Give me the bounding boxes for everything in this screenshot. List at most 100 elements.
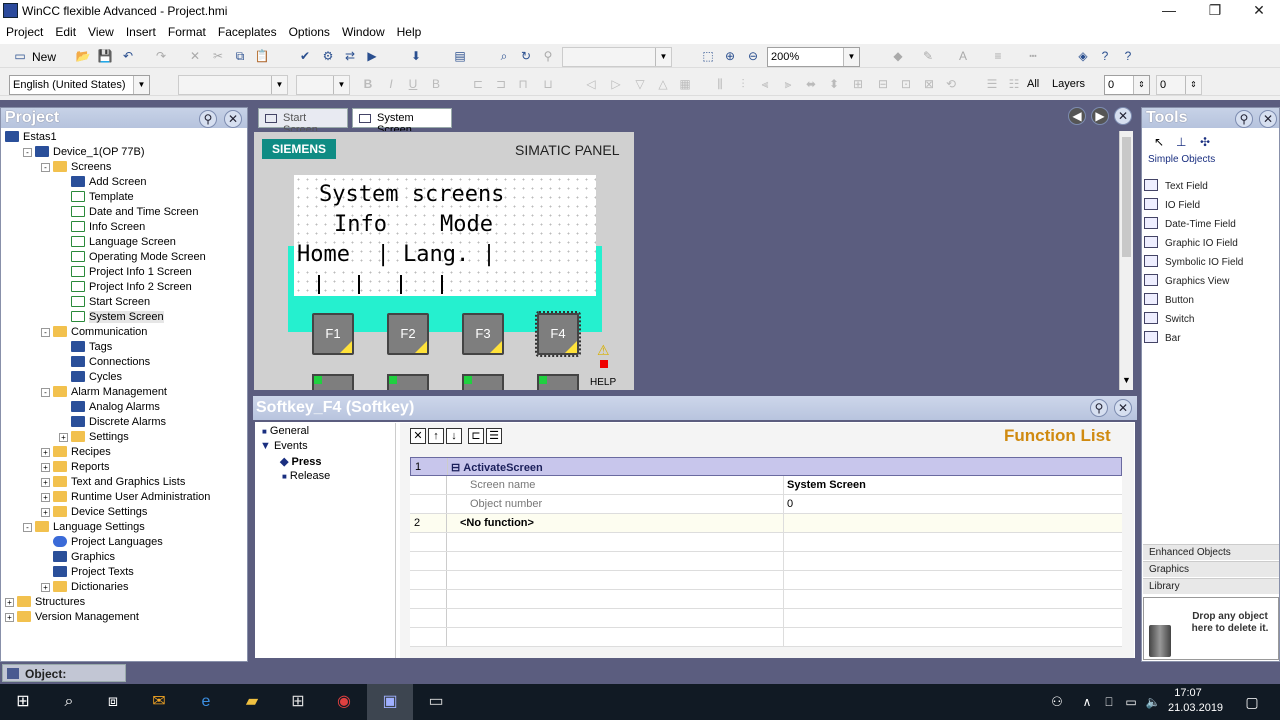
- arrange3-icon[interactable]: ▽: [632, 76, 648, 92]
- maximize-button[interactable]: ❐: [1192, 0, 1238, 22]
- layer-icon[interactable]: ☰: [984, 76, 1000, 92]
- collapse-icon[interactable]: -: [41, 163, 50, 172]
- distribute3-icon[interactable]: ⫷: [757, 76, 773, 92]
- clock[interactable]: 17:07 21.03.2019: [1168, 686, 1223, 716]
- zoom-out-icon[interactable]: ⊖: [745, 48, 761, 64]
- wincc-icon[interactable]: ▣: [367, 684, 413, 720]
- table-row[interactable]: Object number 0: [410, 495, 1122, 514]
- distribute4-icon[interactable]: ⫸: [780, 76, 796, 92]
- menu-insert[interactable]: Insert: [120, 22, 162, 39]
- tool-item[interactable]: Bar: [1144, 330, 1181, 348]
- delete-function-icon[interactable]: ✕: [410, 428, 426, 444]
- line-color-icon[interactable]: ✎: [920, 48, 936, 64]
- scroll-left-icon[interactable]: ◀: [1068, 107, 1086, 125]
- tool-2-icon[interactable]: ⊥: [1176, 135, 1186, 149]
- collapse-all-icon[interactable]: ☰: [486, 428, 502, 444]
- task-view-icon[interactable]: ⧈: [90, 684, 136, 720]
- collapse-icon[interactable]: -: [23, 148, 32, 157]
- panel-close-icon[interactable]: ✕: [1259, 110, 1277, 128]
- undo-icon[interactable]: ↶: [120, 48, 136, 64]
- rotate-icon[interactable]: ⟲: [943, 76, 959, 92]
- library-icon[interactable]: ◈: [1075, 48, 1091, 64]
- network-icon[interactable]: ⎕: [1099, 684, 1119, 720]
- tree-item[interactable]: Discrete Alarms: [59, 415, 166, 430]
- underline-icon[interactable]: U: [405, 76, 421, 92]
- align-top-icon[interactable]: ⊔: [540, 76, 556, 92]
- expand-icon[interactable]: +: [41, 448, 50, 457]
- vertical-scrollbar[interactable]: ▼: [1119, 131, 1133, 390]
- expand-icon[interactable]: +: [59, 433, 68, 442]
- tree-item[interactable]: Language Screen: [59, 235, 176, 250]
- tree-item[interactable]: Connections: [59, 355, 150, 370]
- menu-format[interactable]: Format: [162, 22, 212, 39]
- tree-item[interactable]: Start Screen: [59, 295, 150, 310]
- scroll-right-icon[interactable]: ▶: [1091, 107, 1109, 125]
- layer-spinner-2[interactable]: 0 ⇕: [1156, 75, 1202, 95]
- monitor-icon[interactable]: ▭: [1121, 684, 1141, 720]
- tool-item[interactable]: IO Field: [1144, 197, 1200, 215]
- close-button[interactable]: ✕: [1236, 0, 1280, 22]
- language-select[interactable]: English (United States) ▼: [9, 75, 150, 95]
- collapse-icon[interactable]: -: [41, 328, 50, 337]
- grid2-icon[interactable]: ⊠: [921, 76, 937, 92]
- menu-project[interactable]: Project: [0, 22, 49, 39]
- new-button[interactable]: New: [32, 50, 56, 64]
- collapse-icon[interactable]: ⊟: [451, 462, 463, 474]
- tree-item[interactable]: + Runtime User Administration: [41, 490, 210, 505]
- f3-key[interactable]: F3: [462, 313, 504, 355]
- k3-key[interactable]: [462, 374, 504, 390]
- tree-item[interactable]: + Device Settings: [41, 505, 147, 520]
- table-row[interactable]: [410, 628, 1122, 647]
- tree-item[interactable]: - Communication: [41, 325, 147, 340]
- redo-icon[interactable]: ↷: [153, 48, 169, 64]
- people-icon[interactable]: ⚇: [1034, 684, 1080, 720]
- size-icon[interactable]: ⬌: [803, 76, 819, 92]
- bold-icon[interactable]: B: [360, 76, 376, 92]
- menu-options[interactable]: Options: [283, 22, 336, 39]
- tool-item[interactable]: Symbolic IO Field: [1144, 254, 1243, 272]
- f1-key[interactable]: F1: [312, 313, 354, 355]
- k4-key[interactable]: [537, 374, 579, 390]
- tree-item[interactable]: - Language Settings: [23, 520, 145, 535]
- tool-item[interactable]: Text Field: [1144, 178, 1208, 196]
- scroll-thumb[interactable]: [1122, 137, 1131, 257]
- arrange2-icon[interactable]: ▷: [608, 76, 624, 92]
- menu-faceplates[interactable]: Faceplates: [212, 22, 283, 39]
- tree-item[interactable]: Template: [59, 190, 134, 205]
- tool-item[interactable]: Date-Time Field: [1144, 216, 1236, 234]
- font-color-icon[interactable]: A: [955, 48, 971, 64]
- tab-system-screen[interactable]: System Screen: [352, 108, 452, 136]
- table-row[interactable]: Screen name System Screen: [410, 476, 1122, 495]
- help-icon[interactable]: ?: [1097, 48, 1113, 64]
- f4-key[interactable]: F4: [535, 311, 581, 357]
- table-row[interactable]: 2 <No function>: [410, 514, 1122, 533]
- table-row[interactable]: [410, 609, 1122, 628]
- open-icon[interactable]: 📂: [75, 48, 91, 64]
- align-right-icon[interactable]: ⊓: [515, 76, 531, 92]
- expand-icon[interactable]: +: [5, 613, 14, 622]
- scroll-down-icon[interactable]: ▼: [1122, 375, 1131, 385]
- center-icon[interactable]: ⊞: [850, 76, 866, 92]
- panel-close-icon[interactable]: ✕: [224, 110, 242, 128]
- arrange4-icon[interactable]: △: [655, 76, 671, 92]
- tree-item[interactable]: + Settings: [59, 430, 129, 445]
- screen-line-home-lang[interactable]: Home | Lang. |: [297, 242, 496, 267]
- expand-icon[interactable]: +: [41, 493, 50, 502]
- group-icon[interactable]: ▦: [677, 76, 693, 92]
- pointer-icon[interactable]: ↖: [1154, 135, 1164, 149]
- xref-icon[interactable]: ⚲: [540, 48, 556, 64]
- cut-icon[interactable]: ✂: [210, 48, 226, 64]
- menu-window[interactable]: Window: [336, 22, 391, 39]
- minimize-button[interactable]: —: [1146, 0, 1192, 22]
- tab-start-screen[interactable]: Start Screen: [258, 108, 348, 136]
- menu-help[interactable]: Help: [391, 22, 428, 39]
- tree-item[interactable]: + Reports: [41, 460, 110, 475]
- zoom-in-icon[interactable]: ⊕: [722, 48, 738, 64]
- check-icon[interactable]: ✔: [297, 48, 313, 64]
- tree-item[interactable]: Estas1: [5, 130, 57, 145]
- window-icon[interactable]: ▭: [413, 684, 459, 720]
- layer2-icon[interactable]: ☷: [1006, 76, 1022, 92]
- paste-icon[interactable]: 📋: [254, 48, 270, 64]
- arrange-icon[interactable]: ◁: [583, 76, 599, 92]
- tree-item[interactable]: - Alarm Management: [41, 385, 167, 400]
